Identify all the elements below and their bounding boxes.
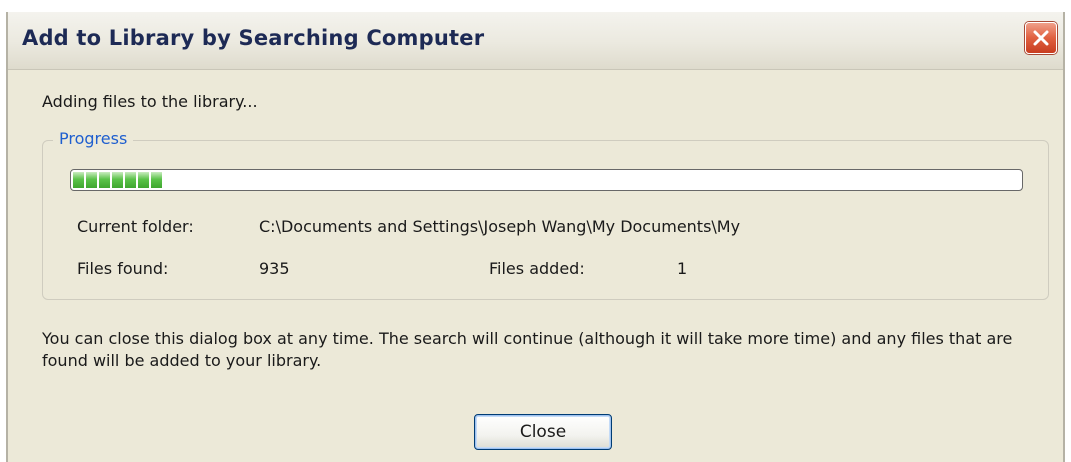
progress-legend: Progress: [53, 129, 134, 148]
progress-block: [138, 172, 149, 188]
progress-block: [125, 172, 136, 188]
files-added-label: Files added:: [489, 259, 585, 278]
close-x-icon[interactable]: [1025, 22, 1057, 54]
current-folder-value: C:\Documents and Settings\Joseph Wang\My…: [259, 217, 741, 236]
close-button[interactable]: Close: [474, 414, 612, 450]
progress-fill: [73, 172, 162, 188]
progress-bar: [70, 169, 1023, 191]
info-text: You can close this dialog box at any tim…: [42, 329, 1013, 370]
progress-block: [151, 172, 162, 188]
current-folder-label: Current folder:: [77, 217, 194, 236]
title-bar[interactable]: Add to Library by Searching Computer: [8, 12, 1063, 70]
progress-block: [99, 172, 110, 188]
files-found-label: Files found:: [77, 259, 169, 278]
progress-block: [86, 172, 97, 188]
progress-block: [73, 172, 84, 188]
files-added-value: 1: [677, 259, 688, 278]
files-found-value: 935: [259, 259, 290, 278]
dialog-title: Add to Library by Searching Computer: [22, 26, 485, 50]
status-text: Adding files to the library...: [42, 92, 258, 111]
dialog-window: Add to Library by Searching Computer Add…: [6, 12, 1065, 462]
progress-group: Progress Current folder: C:\Documents an…: [42, 129, 1049, 300]
dialog-content: Adding files to the library... Progress …: [8, 70, 1063, 462]
progress-block: [112, 172, 123, 188]
